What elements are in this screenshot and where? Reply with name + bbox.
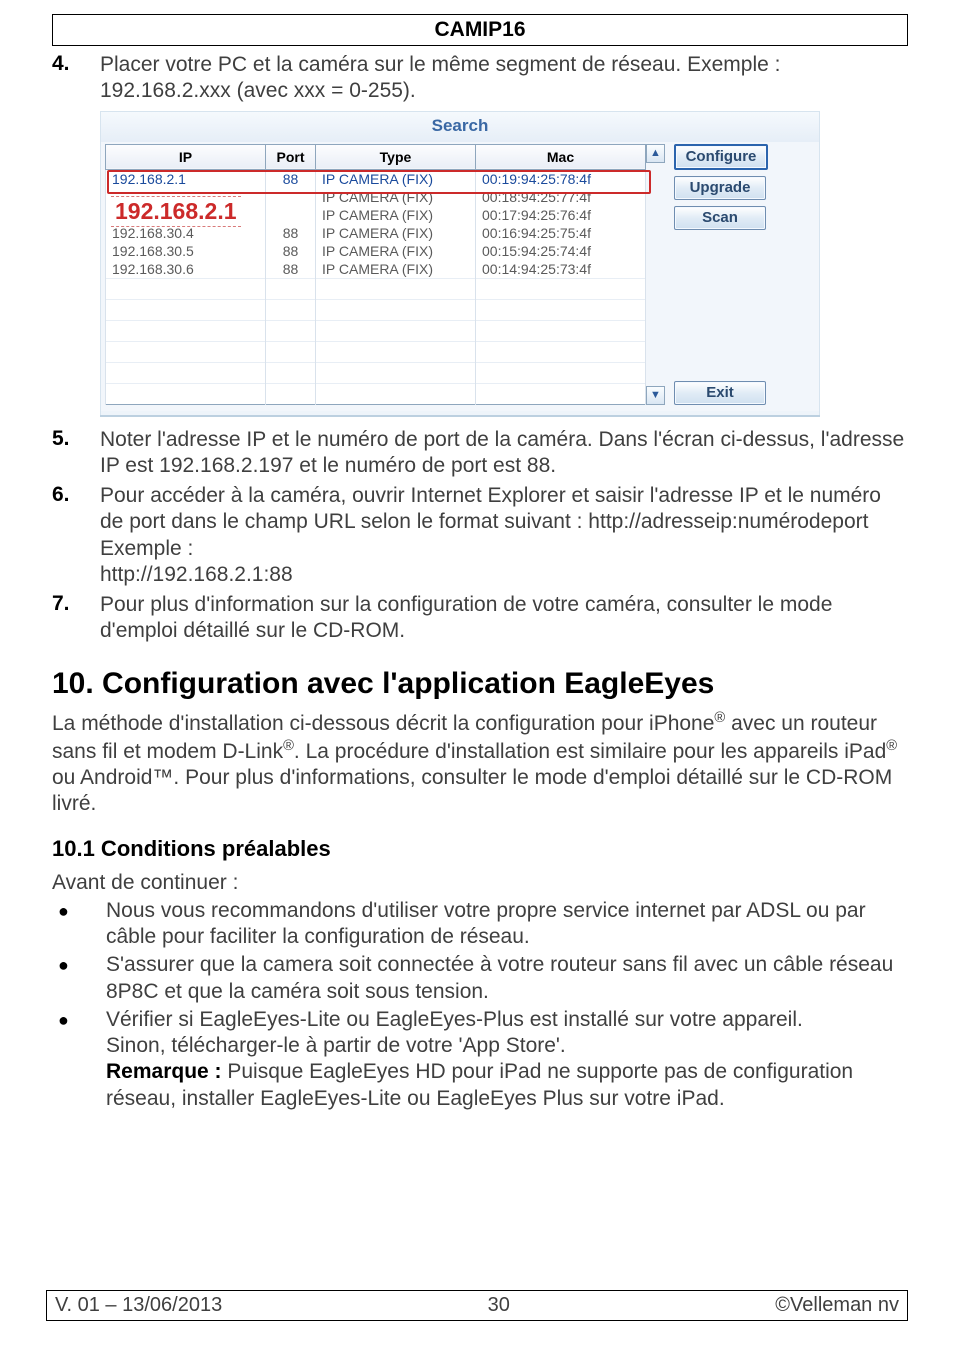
cell-type: IP CAMERA (FIX) [316, 188, 476, 206]
cell-mac: 00:18:94:25:77:4f [476, 188, 646, 206]
scroll-up-icon[interactable]: ▲ [646, 144, 665, 163]
footer: V. 01 – 13/06/2013 30 ©Velleman nv [46, 1290, 908, 1321]
list-number-6: 6. [46, 483, 100, 507]
cell-port: 88 [266, 169, 316, 188]
bullet-icon: ● [46, 898, 106, 924]
cell-mac: 00:16:94:25:75:4f [476, 224, 646, 242]
cell-type: IP CAMERA (FIX) [316, 169, 476, 188]
exit-button[interactable]: Exit [674, 381, 766, 405]
bullet-3b: Sinon, télécharger-le à partir de votre … [106, 1034, 566, 1057]
list-text-6b: Exemple : [100, 537, 193, 560]
upgrade-button[interactable]: Upgrade [674, 176, 766, 200]
table-row[interactable]: 192.168.30.6 88 IP CAMERA (FIX) 00:14:94… [106, 260, 646, 279]
cell-port [266, 206, 316, 224]
configure-button[interactable]: Configure [674, 144, 768, 170]
section-10-p1c: . La procédure d'installation est simila… [294, 740, 886, 763]
list-text-7: Pour plus d'information sur la configura… [100, 592, 908, 645]
table-row[interactable]: 192.168.30.5 88 IP CAMERA (FIX) 00:15:94… [106, 242, 646, 260]
search-window: Search IP Port Type Mac [100, 111, 820, 417]
cell-type: IP CAMERA (FIX) [316, 260, 476, 279]
col-header-type[interactable]: Type [316, 144, 476, 169]
table-row[interactable]: 192.168.2.1 88 IP CAMERA (FIX) 00:19:94:… [106, 169, 646, 188]
cell-type: IP CAMERA (FIX) [316, 224, 476, 242]
section-10-heading: 10. Configuration avec l'application Eag… [52, 667, 908, 701]
list-text-6: Pour accéder à la caméra, ouvrir Interne… [100, 483, 908, 588]
list-number-4: 4. [46, 52, 100, 76]
sub101-intro: Avant de continuer : [52, 870, 908, 896]
page-title-box: CAMIP16 [52, 14, 908, 46]
search-window-title: Search [100, 111, 820, 142]
footer-right: ©Velleman nv [775, 1294, 899, 1317]
scan-button[interactable]: Scan [674, 206, 766, 230]
cell-mac: 00:15:94:25:74:4f [476, 242, 646, 260]
list-text-5: Noter l'adresse IP et le numéro de port … [100, 427, 908, 480]
cell-type: IP CAMERA (FIX) [316, 206, 476, 224]
list-text-4: Placer votre PC et la caméra sur le même… [100, 52, 908, 105]
scrollbar[interactable]: ▲ ▼ [646, 144, 666, 405]
bullet-2: S'assurer que la camera soit connectée à… [106, 952, 908, 1005]
col-header-ip[interactable]: IP [106, 144, 266, 169]
cell-port [266, 188, 316, 206]
list-text-6c: http://192.168.2.1:88 [100, 563, 293, 586]
subsection-10-1-heading: 10.1 Conditions préalables [52, 836, 908, 862]
col-header-port[interactable]: Port [266, 144, 316, 169]
cell-ip: 192.168.30.6 [106, 260, 266, 279]
cell-type: IP CAMERA (FIX) [316, 242, 476, 260]
section-10-p1d: ou Android™. Pour plus d'informations, c… [52, 766, 892, 815]
cell-mac: 00:19:94:25:78:4f [476, 169, 646, 188]
cell-port: 88 [266, 224, 316, 242]
footer-left: V. 01 – 13/06/2013 [55, 1294, 222, 1317]
bullet-3c-label: Remarque : [106, 1060, 222, 1083]
zoom-label: 192.168.2.1 [111, 196, 241, 227]
reg-mark: ® [283, 738, 294, 754]
col-header-mac[interactable]: Mac [476, 144, 646, 169]
reg-mark: ® [886, 738, 897, 754]
bullet-1: Nous vous recommandons d'utiliser votre … [106, 898, 908, 951]
bullet-3a: Vérifier si EagleEyes-Lite ou EagleEyes-… [106, 1008, 803, 1031]
footer-center: 30 [488, 1294, 510, 1317]
scroll-down-icon[interactable]: ▼ [646, 386, 665, 405]
bullet-icon: ● [46, 1007, 106, 1033]
section-10-paragraph: La méthode d'installation ci-dessous déc… [52, 709, 908, 818]
list-number-7: 7. [46, 592, 100, 616]
bullet-icon: ● [46, 952, 106, 978]
cell-ip: 192.168.2.1 [106, 169, 266, 188]
cell-port: 88 [266, 242, 316, 260]
cell-mac: 00:17:94:25:76:4f [476, 206, 646, 224]
search-results-table: IP Port Type Mac 192.168.2.1 88 IP CAMER… [105, 144, 646, 405]
bullet-3: Vérifier si EagleEyes-Lite ou EagleEyes-… [106, 1007, 908, 1112]
list-text-6a: Pour accéder à la caméra, ouvrir Interne… [100, 484, 881, 533]
cell-mac: 00:14:94:25:73:4f [476, 260, 646, 279]
cell-port: 88 [266, 260, 316, 279]
cell-ip: 192.168.30.5 [106, 242, 266, 260]
section-10-p1a: La méthode d'installation ci-dessous déc… [52, 712, 714, 735]
reg-mark: ® [714, 710, 725, 726]
list-number-5: 5. [46, 427, 100, 451]
page-title: CAMIP16 [434, 18, 525, 41]
